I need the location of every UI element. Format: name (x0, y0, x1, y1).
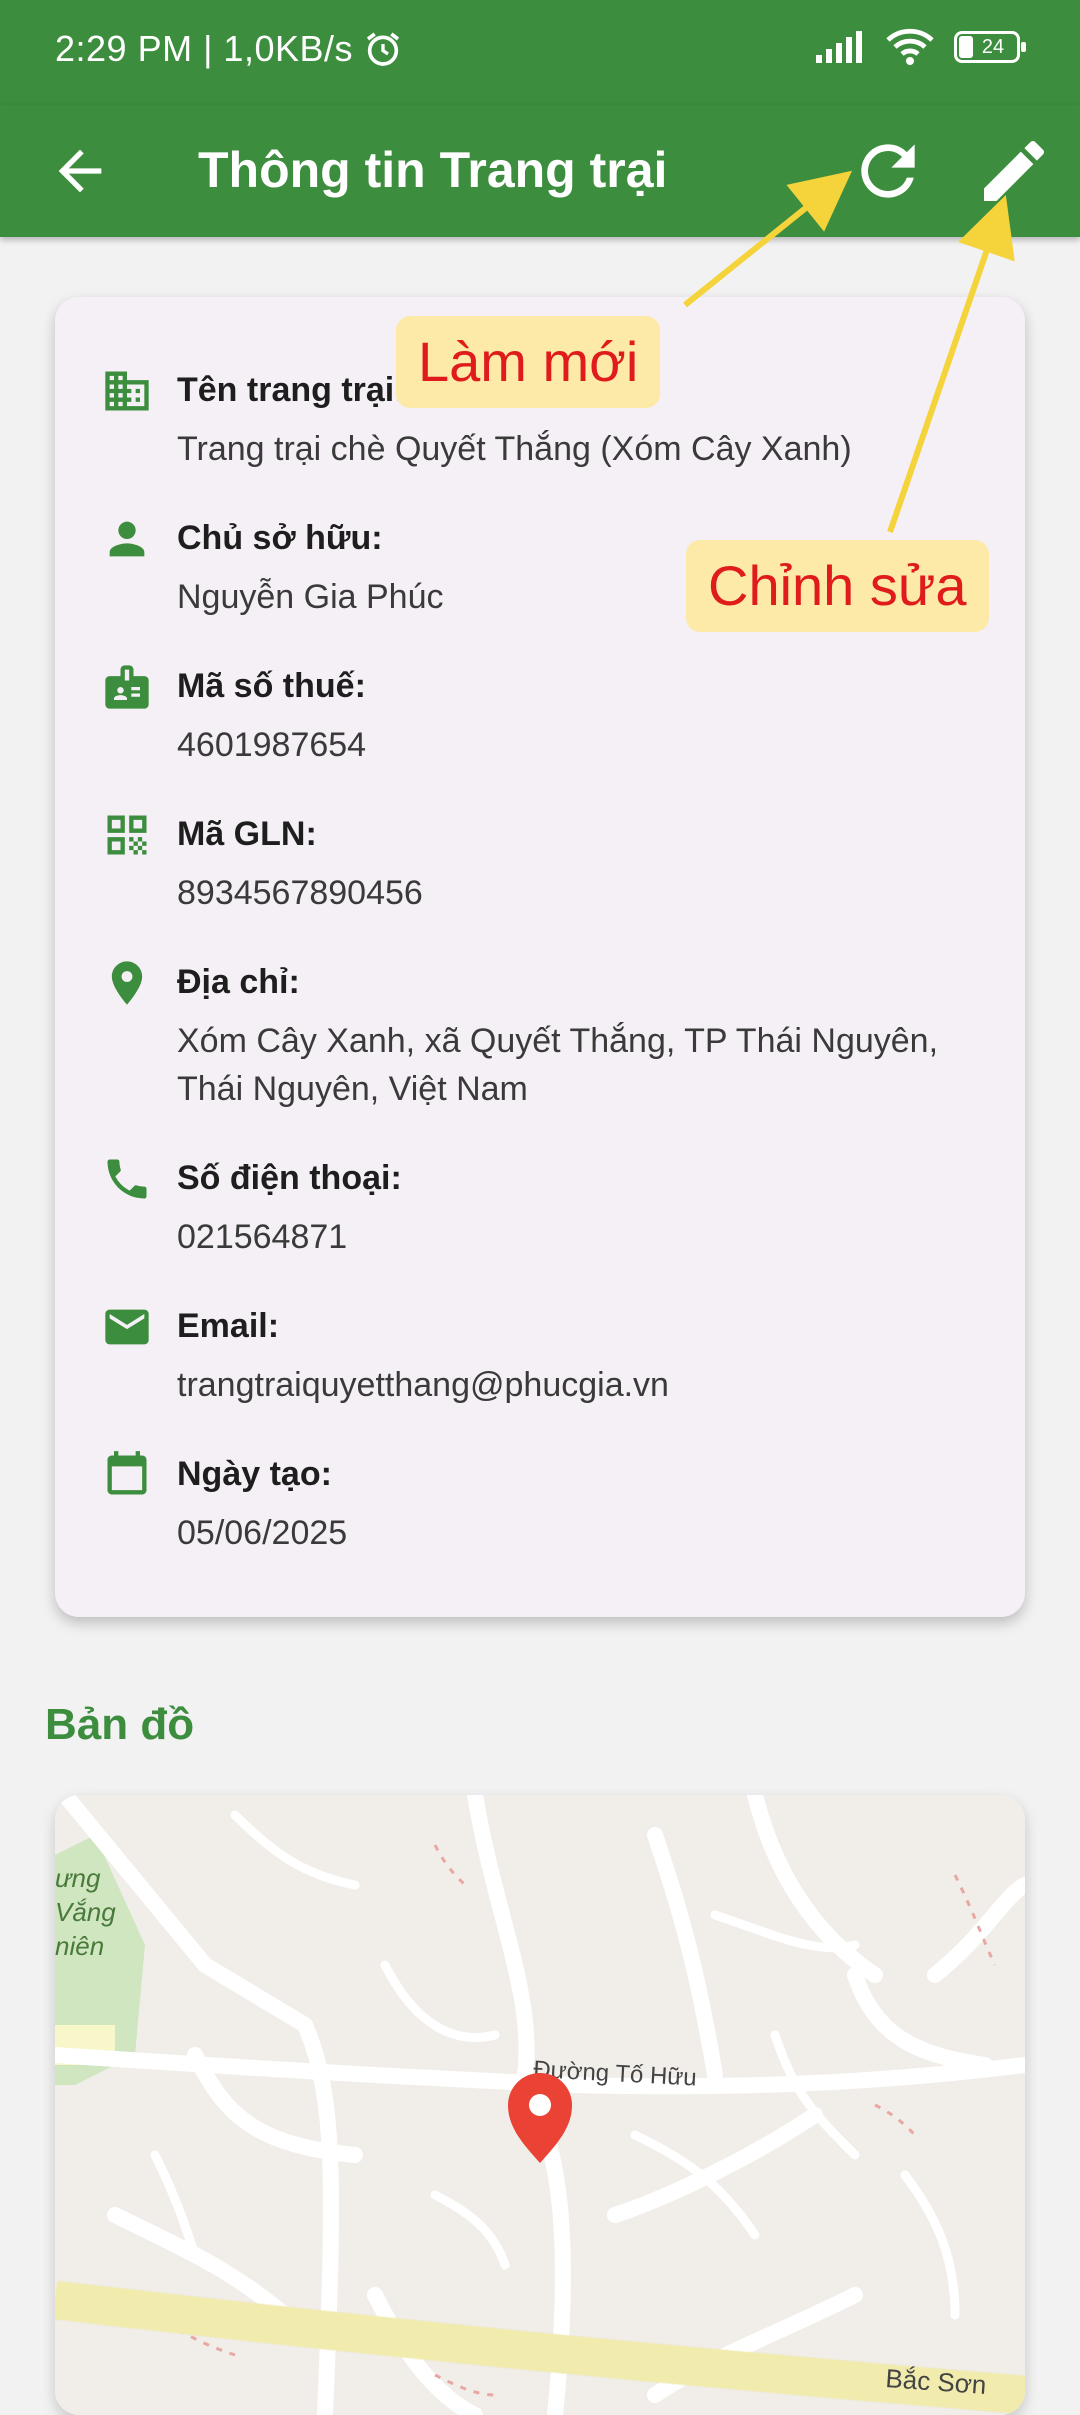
park-label-3: niên (55, 1931, 104, 1961)
page-title: Thông tin Trang trại (198, 142, 668, 198)
info-value: 4601987654 (177, 726, 367, 764)
info-label: Chủ sở hữu: (177, 519, 383, 557)
email-icon (105, 1309, 149, 1345)
battery-level: 24 (981, 36, 1005, 58)
map-section-title: Bản đồ (45, 1700, 195, 1749)
status-right: 24 (814, 28, 1026, 66)
info-value: Xóm Cây Xanh, xã Quyết Thắng, TP Thái Ng… (177, 1022, 939, 1108)
status-time-speed: 2:29 PM | 1,0KB/s (55, 28, 353, 69)
person-icon (109, 521, 145, 557)
info-label: Số điện thoại: (177, 1159, 402, 1197)
annotation-refresh: Làm mới (396, 316, 661, 408)
park-label-1: ưng (55, 1863, 101, 1893)
qr-code-icon (107, 815, 147, 855)
phone-icon (107, 1159, 147, 1199)
back-arrow-icon[interactable] (48, 139, 112, 203)
edit-icon[interactable] (974, 131, 1054, 211)
alarm-icon (366, 32, 400, 66)
info-value: 021564871 (177, 1218, 348, 1256)
battery-icon: 24 (954, 31, 1026, 63)
info-label: Địa chỉ: (177, 963, 300, 1001)
info-label: Email: (177, 1307, 280, 1345)
id-badge-icon (105, 665, 149, 709)
refresh-icon[interactable] (848, 131, 928, 211)
app-bar: Thông tin Trang trại (0, 105, 1080, 237)
map-view[interactable]: Đường Tố Hữu Bắc Sơn ưng Vắng niên (55, 1795, 1025, 2415)
info-value: 05/06/2025 (177, 1514, 348, 1552)
info-label: Tên trang trại: (177, 371, 406, 409)
info-label: Ngày tạo: (177, 1455, 332, 1493)
status-left: 2:29 PM | 1,0KB/s (55, 28, 403, 70)
info-label: Mã GLN: (177, 815, 317, 853)
status-bar: 2:29 PM | 1,0KB/s 24 (0, 0, 1080, 105)
calendar-icon (107, 1451, 147, 1495)
info-label: Mã số thuế: (177, 667, 366, 705)
info-value: 8934567890456 (177, 874, 423, 912)
farm-info-card: Tên trang trại: Trang trại chè Quyết Thắ… (55, 297, 1025, 1617)
park-label-2: Vắng (55, 1897, 116, 1927)
location-pin-icon (111, 961, 143, 1005)
wifi-icon (886, 28, 934, 65)
info-value: Trang trại chè Quyết Thắng (Xóm Cây Xanh… (177, 430, 852, 468)
building-icon (105, 371, 149, 411)
signal-icon (816, 31, 862, 63)
annotation-edit: Chỉnh sửa (686, 540, 989, 632)
info-value: trangtraiquyetthang@phucgia.vn (177, 1366, 669, 1404)
map-canvas: Đường Tố Hữu Bắc Sơn ưng Vắng niên (55, 1795, 1025, 2415)
